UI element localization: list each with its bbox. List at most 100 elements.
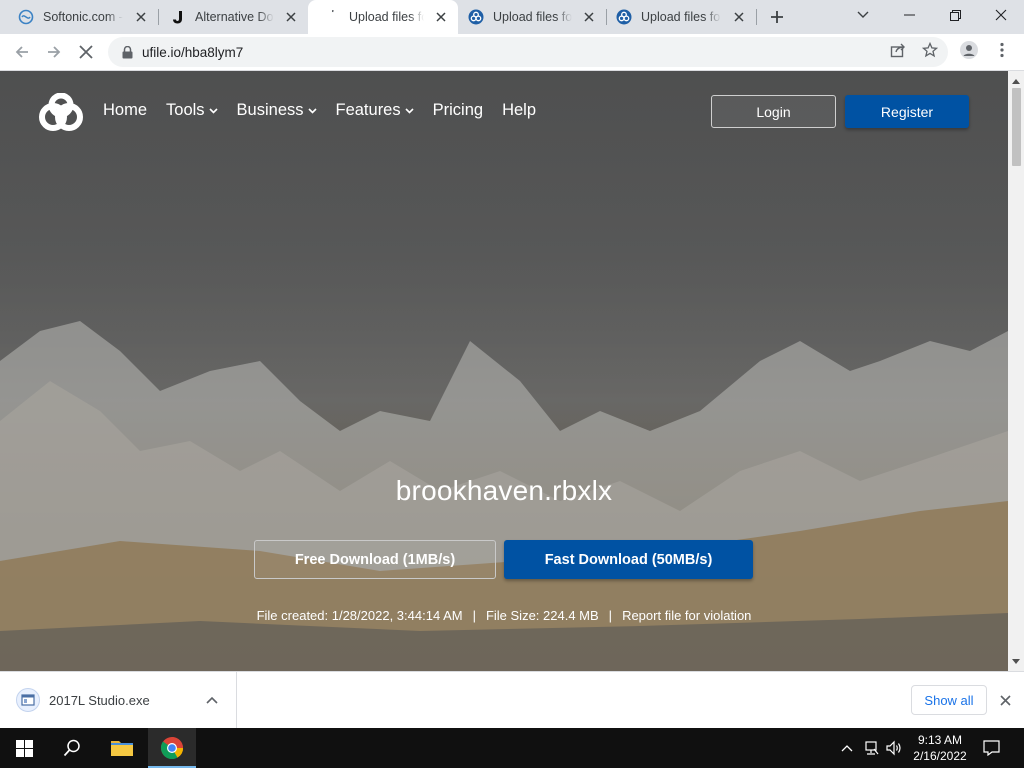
tab-upload-active[interactable]: Upload files for	[308, 0, 458, 34]
close-icon[interactable]	[997, 692, 1013, 708]
file-explorer-button[interactable]	[98, 728, 146, 768]
nav-features[interactable]: Features	[336, 101, 414, 120]
chevron-down-icon	[307, 106, 317, 115]
tab-title: Upload files for	[641, 10, 722, 24]
fast-download-button[interactable]: Fast Download (50MB/s)	[504, 540, 753, 579]
close-icon[interactable]	[434, 9, 448, 25]
chevron-down-icon	[405, 106, 414, 115]
tab-upload-2[interactable]: Upload files for	[458, 0, 606, 34]
ufile-favicon	[616, 9, 632, 25]
tab-title: Softonic.com - F	[43, 10, 123, 24]
j-favicon	[170, 9, 186, 25]
close-icon[interactable]	[133, 9, 148, 25]
page-viewport: Home Tools Business Features Pricing Hel…	[0, 71, 1008, 671]
report-file-link[interactable]: Report file for violation	[622, 608, 751, 623]
file-name: brookhaven.rbxlx	[395, 475, 613, 506]
plus-icon	[771, 11, 783, 23]
minimize-icon	[903, 14, 915, 16]
file-created: File created: 1/28/2022, 3:44:14 AM	[256, 608, 463, 623]
volume-icon[interactable]	[885, 739, 903, 757]
tab-title: Upload files for	[493, 10, 572, 24]
tab-separator	[756, 9, 757, 25]
share-icon[interactable]	[889, 41, 907, 59]
stop-loading-button[interactable]	[72, 38, 100, 66]
tab-search-button[interactable]	[840, 0, 886, 30]
ufile-favicon	[468, 9, 484, 25]
restore-icon	[949, 9, 961, 21]
nav-label: Business	[236, 101, 304, 119]
nav-label: Home	[103, 101, 148, 119]
download-shelf: 2017L Studio.exe Show all	[0, 671, 1024, 728]
tab-title: Upload files for	[349, 10, 425, 24]
chrome-icon	[160, 737, 183, 759]
restore-button[interactable]	[932, 0, 978, 30]
scroll-up-arrow-icon[interactable]	[1008, 73, 1024, 89]
kebab-menu-icon[interactable]	[993, 41, 1011, 59]
back-button[interactable]	[8, 38, 36, 66]
chevron-down-icon	[208, 106, 218, 115]
close-icon	[79, 45, 93, 59]
register-button[interactable]: Register	[845, 95, 969, 128]
new-tab-button[interactable]	[766, 6, 788, 28]
close-icon[interactable]	[731, 9, 746, 25]
lock-icon[interactable]	[120, 45, 134, 59]
file-size: File Size: 224.4 MB	[485, 608, 599, 623]
separator: |	[608, 608, 613, 623]
arrow-left-icon	[15, 46, 28, 58]
window-close-button[interactable]	[978, 0, 1024, 30]
ufile-logo[interactable]	[38, 92, 84, 131]
folder-icon	[111, 741, 133, 756]
bookmark-star-icon[interactable]	[921, 41, 939, 59]
file-info: File created: 1/28/2022, 3:44:14 AM | File…	[0, 608, 1008, 623]
browser-toolbar: ufile.io/hba8lym7	[0, 34, 1024, 71]
tab-upload-3[interactable]: Upload files for	[606, 0, 756, 34]
close-icon[interactable]	[582, 9, 596, 25]
loading-spinner-icon	[324, 9, 340, 25]
nav-business[interactable]: Business	[237, 101, 317, 120]
minimize-button[interactable]	[886, 0, 932, 30]
separator: |	[472, 608, 476, 623]
tab-title: Alternative Dow	[195, 10, 274, 24]
tab-softonic[interactable]: Softonic.com - F	[0, 0, 158, 34]
tab-strip: Softonic.com - F Alternative Dow Upload …	[0, 0, 1024, 34]
download-file-name: 2017L Studio.exe	[49, 692, 150, 708]
main-menu: Home Tools Business Features Pricing Hel…	[103, 101, 555, 120]
search-button[interactable]	[48, 728, 96, 768]
address-bar[interactable]: ufile.io/hba8lym7	[108, 37, 948, 67]
nav-home[interactable]: Home	[103, 101, 147, 120]
clock-time: 9:13 AM	[917, 733, 963, 747]
nav-tools[interactable]: Tools	[166, 101, 218, 120]
login-button[interactable]: Login	[711, 95, 836, 128]
clock-date: 2/16/2022	[913, 749, 967, 763]
notification-icon[interactable]	[982, 739, 1000, 757]
scroll-down-arrow-icon[interactable]	[1008, 653, 1024, 669]
chrome-taskbar-button[interactable]	[148, 728, 196, 768]
windows-taskbar: 9:13 AM 2/16/2022	[0, 728, 1024, 768]
tab-alternative[interactable]: Alternative Dow	[158, 0, 308, 34]
nav-label: Pricing	[432, 101, 484, 119]
system-clock[interactable]: 9:13 AM 2/16/2022	[908, 732, 972, 764]
download-item[interactable]: 2017L Studio.exe	[0, 672, 237, 728]
free-download-button[interactable]: Free Download (1MB/s)	[254, 540, 496, 579]
profile-avatar-icon[interactable]	[960, 41, 978, 59]
nav-label: Tools	[166, 101, 205, 119]
start-button[interactable]	[0, 728, 48, 768]
nav-label: Help	[502, 101, 536, 119]
chevron-up-icon[interactable]	[838, 739, 856, 757]
show-all-button[interactable]: Show all	[911, 685, 987, 715]
url-text[interactable]: ufile.io/hba8lym7	[142, 45, 243, 60]
forward-button[interactable]	[40, 38, 68, 66]
nav-label: Features	[335, 101, 401, 119]
chevron-down-icon	[857, 11, 869, 18]
installer-file-icon	[16, 688, 40, 712]
chevron-up-icon[interactable]	[205, 693, 219, 707]
nav-pricing[interactable]: Pricing	[433, 101, 483, 120]
scroll-thumb[interactable]	[1012, 88, 1021, 166]
close-icon[interactable]	[284, 9, 298, 25]
site-header: Home Tools Business Features Pricing Hel…	[0, 71, 1008, 151]
nav-help[interactable]: Help	[502, 101, 536, 120]
windows-logo-icon	[15, 739, 33, 757]
page-scrollbar[interactable]	[1008, 71, 1024, 671]
close-icon	[995, 9, 1007, 21]
network-icon[interactable]	[862, 739, 880, 757]
